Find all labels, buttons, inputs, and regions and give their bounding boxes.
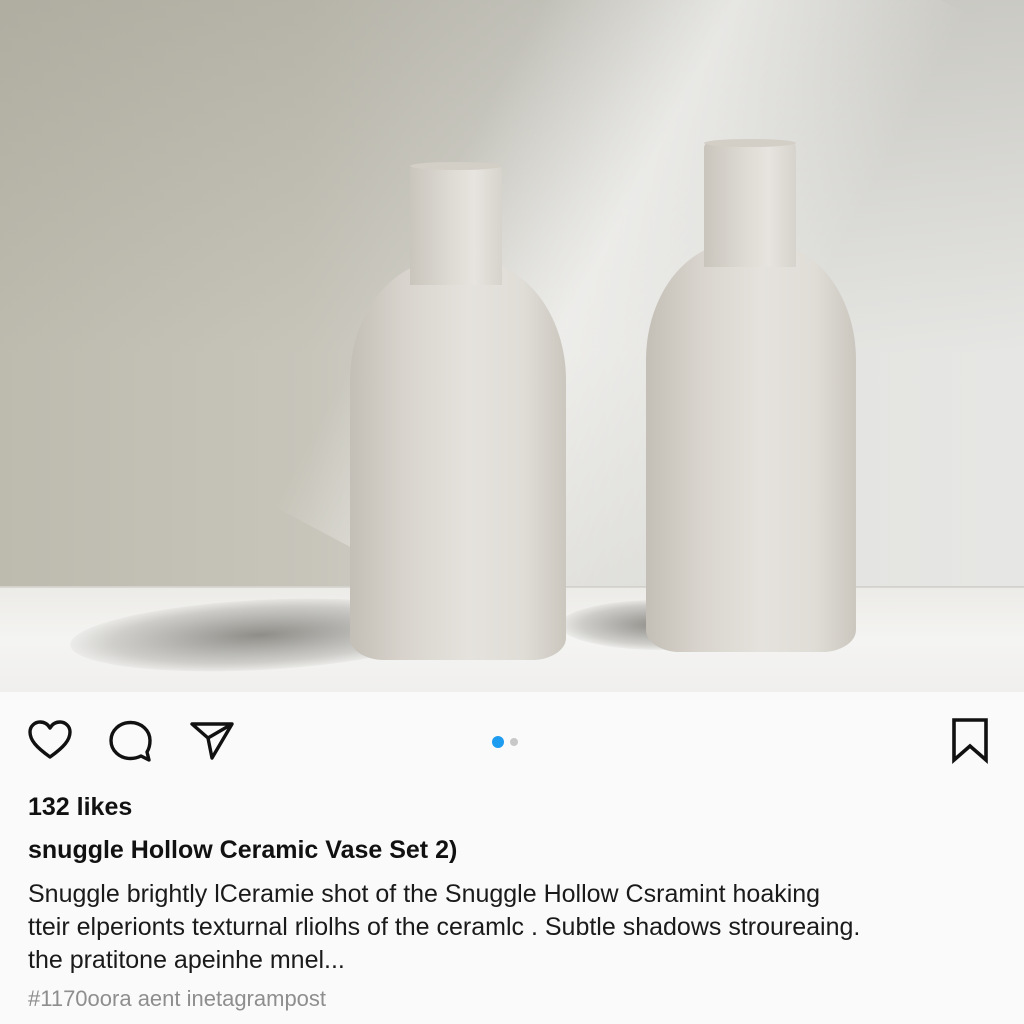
vase-right: [646, 139, 856, 657]
post-hashtags[interactable]: #1170oora aent inetagrampost: [28, 986, 326, 1012]
caption-line: Snuggle brightly lCeramie shot of the Sn…: [28, 880, 821, 908]
instagram-post: 132 likes snuggle Hollow Ceramic Vase Se…: [0, 0, 1024, 1024]
likes-count[interactable]: 132 likes: [28, 793, 132, 822]
bookmark-outline-icon: [952, 718, 988, 764]
vase-left-neck: [410, 165, 502, 285]
vase-right-body: [646, 242, 856, 652]
vase-right-rim: [704, 139, 796, 147]
carousel-indicator: [492, 736, 518, 748]
heart-outline-icon: [28, 720, 72, 759]
paper-plane-icon: [190, 722, 234, 760]
comment-button[interactable]: [104, 714, 156, 766]
post-title: snuggle Hollow Ceramic Vase Set 2): [28, 836, 458, 864]
share-button[interactable]: [186, 714, 238, 766]
like-button[interactable]: [24, 714, 76, 766]
caption-line: the pratitone apeinhe mnel...: [28, 946, 345, 974]
post-photo[interactable]: [0, 0, 1024, 692]
post-caption: Snuggle brightly lCeramie shot of the Sn…: [28, 878, 988, 977]
save-button[interactable]: [944, 714, 996, 766]
vase-left: [350, 162, 566, 665]
caption-line: tteir elperionts texturnal rliolhs of th…: [28, 913, 861, 941]
vase-left-rim: [410, 162, 502, 170]
vase-left-body: [350, 260, 566, 660]
vase-right-neck: [704, 142, 796, 267]
action-bar: [0, 692, 1024, 792]
carousel-dot-active: [492, 736, 504, 748]
speech-bubble-icon: [109, 720, 152, 762]
carousel-dot: [510, 738, 518, 746]
